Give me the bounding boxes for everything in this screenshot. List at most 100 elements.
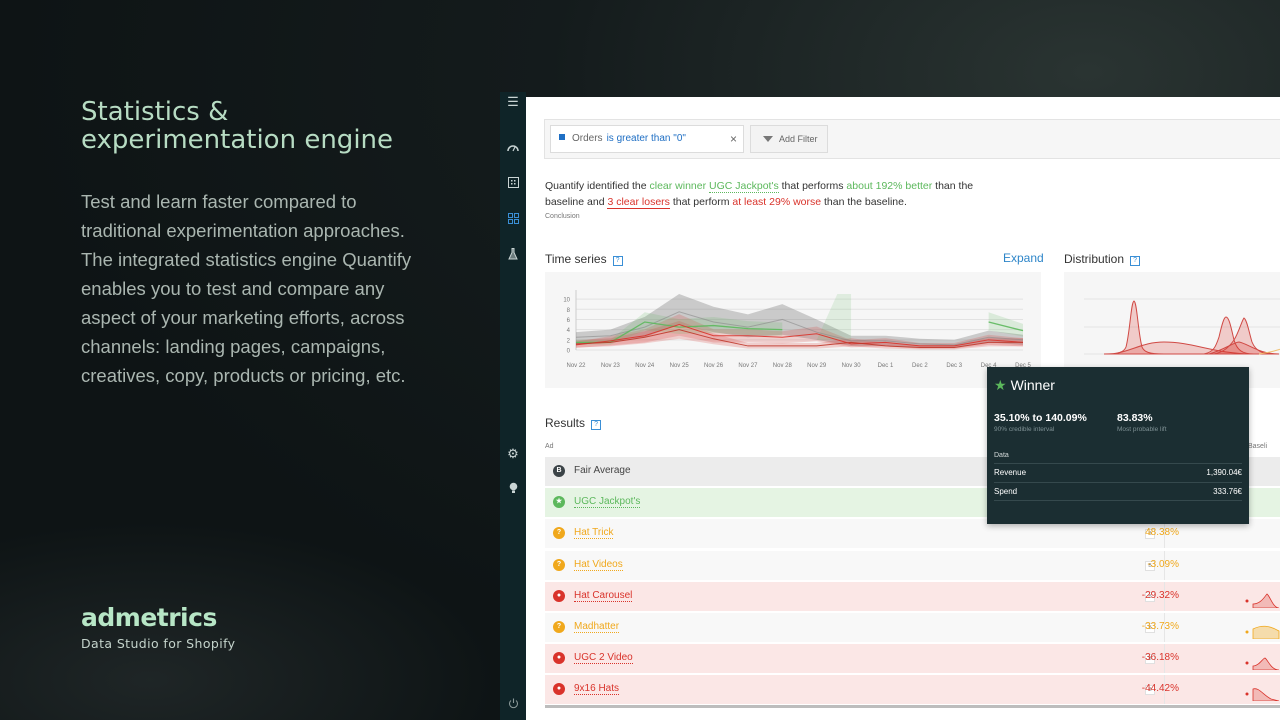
unsure-badge-icon: ?	[553, 527, 565, 540]
results-title: Results?	[545, 416, 602, 430]
lab-flask-icon[interactable]	[500, 246, 526, 266]
x-tick-label: Nov 29	[807, 363, 827, 369]
lift-percent: -29.32%	[1141, 589, 1179, 601]
better-amount: about 192% better	[846, 180, 933, 192]
calculator-icon[interactable]	[500, 174, 526, 194]
ad-name[interactable]: Hat Trick	[574, 527, 614, 540]
ad-name[interactable]: Hat Carousel	[574, 590, 633, 602]
table-row[interactable]: ● UGC 2 Video B -36.18%	[545, 644, 1280, 674]
distribution-title-text: Distribution	[1064, 252, 1125, 266]
conclusion-label: Conclusion	[545, 213, 580, 220]
lift-percent: -44.42%	[1141, 683, 1179, 695]
loser-badge-icon: ●	[553, 683, 565, 696]
ad-name[interactable]: UGC 2 Video	[574, 652, 633, 665]
conclusion-part: Quantify identified the	[545, 180, 650, 192]
mini-distribution	[1245, 625, 1280, 639]
mini-distribution	[1245, 593, 1280, 608]
lift-label: Most probable lift	[1117, 426, 1167, 433]
hero-description: Test and learn faster compared to tradit…	[81, 191, 412, 386]
x-tick-label: Nov 24	[635, 363, 655, 369]
help-icon[interactable]: ?	[591, 420, 602, 430]
x-tick-label: Nov 28	[773, 363, 793, 369]
dashboard-gauge-icon[interactable]	[500, 139, 526, 159]
help-icon[interactable]: ?	[612, 256, 623, 266]
help-icon[interactable]: ?	[1130, 256, 1141, 266]
table-row[interactable]: ● Hat Carousel B -29.32%	[545, 581, 1280, 611]
add-filter-button[interactable]: Add Filter	[750, 125, 828, 153]
ad-name[interactable]: Madhatter	[574, 621, 620, 633]
lightbulb-icon[interactable]	[500, 480, 526, 500]
unsure-badge-icon: ?	[553, 558, 565, 571]
lift-value: 83.83%	[1117, 412, 1153, 424]
add-filter-label: Add Filter	[779, 134, 818, 144]
expand-link[interactable]: Expand	[1003, 251, 1044, 265]
marker-dot	[1245, 599, 1249, 603]
losers-link[interactable]: 3 clear losers	[607, 195, 670, 209]
worse-amount: at least 29% worse	[732, 195, 822, 208]
x-tick-label: Dec 2	[912, 363, 928, 369]
mini-curve	[1252, 625, 1280, 639]
tooltip-title: ★ Winner	[994, 377, 1055, 394]
close-icon[interactable]: ×	[730, 126, 737, 152]
menu-icon[interactable]: ☰	[500, 92, 526, 112]
tooltip-title-text: Winner	[1010, 377, 1055, 393]
brand: admetrics Data Studio for Shopify	[81, 603, 235, 651]
data-label: Data	[994, 452, 1009, 459]
x-tick-label: Nov 30	[842, 363, 862, 369]
marker-dot	[1245, 692, 1249, 696]
loser-badge-icon: ●	[553, 589, 565, 602]
filter-bar: Orders is greater than "0" × Add Filter	[544, 119, 1280, 159]
y-tick-label: 2	[567, 338, 571, 344]
ad-name[interactable]: 9x16 Hats	[574, 683, 620, 696]
grid-icon[interactable]	[500, 210, 526, 230]
baseline-badge-icon: B	[553, 465, 565, 477]
tooltip-row-value: 1,390.04€	[1206, 468, 1242, 477]
star-icon: ★	[994, 377, 1007, 393]
x-tick-label: Nov 26	[704, 363, 724, 369]
x-tick-label: Nov 25	[670, 363, 690, 369]
power-icon[interactable]	[500, 695, 526, 715]
winner-band	[816, 294, 852, 340]
filter-chip-orders[interactable]: Orders is greater than "0" ×	[550, 125, 744, 153]
brand-logo: admetrics	[81, 603, 217, 632]
credible-interval-value: 35.10% to 140.09%	[994, 412, 1087, 424]
funnel-icon	[763, 136, 773, 142]
y-tick-label: 0	[567, 349, 571, 355]
lift-percent: -33.73%	[1141, 621, 1179, 632]
conclusion-part: than the baseline.	[821, 195, 907, 208]
ad-name[interactable]: UGC Jackpot's	[574, 496, 641, 509]
time-series-title-text: Time series	[545, 252, 607, 266]
sidebar-rail: ☰ ⚙	[500, 92, 526, 720]
mini-curve	[1252, 657, 1280, 671]
unsure-badge-icon: ?	[553, 621, 565, 633]
winner-prefix: clear winner	[649, 180, 710, 192]
winner-tooltip: ★ Winner 35.10% to 140.09% 90% credible i…	[987, 367, 1249, 524]
hero-title: Statistics & experimentation engine	[81, 97, 394, 155]
mini-distribution	[1245, 688, 1280, 702]
ad-name[interactable]: Hat Videos	[574, 559, 623, 571]
x-tick-label: Nov 27	[738, 363, 758, 369]
y-tick-label: 8	[567, 308, 571, 314]
time-series-svg: 0 2 4 6 8 10 Nov 22 Nov 23 Nov 24 Nov 25 Nov 26 Nov…	[563, 290, 1031, 369]
table-row[interactable]: ● 9x16 Hats B -44.42%	[545, 675, 1280, 705]
background-glow	[0, 520, 500, 720]
table-row[interactable]: ? Madhatter B -33.73%	[545, 613, 1280, 642]
loser-badge-icon: ●	[553, 652, 565, 665]
filter-condition: is greater than "0"	[606, 133, 686, 144]
lift-percent: 48.38%	[1145, 527, 1179, 539]
y-tick-label: 10	[563, 298, 570, 304]
x-tick-label: Dec 1	[878, 363, 894, 369]
winner-link[interactable]: UGC Jackpot's	[709, 180, 779, 193]
table-row[interactable]: ? Hat Videos B -3.09%	[545, 550, 1280, 580]
credible-interval-label: 90% credible interval	[994, 426, 1055, 433]
gear-icon[interactable]: ⚙	[500, 444, 526, 464]
lift-percent: -36.18%	[1141, 652, 1179, 664]
column-header-ad: Ad	[545, 443, 554, 450]
time-series-chart: 0 2 4 6 8 10 Nov 22 Nov 23 Nov 24 Nov 25 Nov 26 Nov…	[545, 272, 1041, 388]
results-title-text: Results	[545, 416, 586, 430]
lift-percent: -3.09%	[1147, 558, 1179, 570]
conclusion-text: Quantify identified the clear winner UGC…	[545, 179, 985, 210]
x-tick-label: Dec 3	[946, 363, 962, 369]
mini-curve	[1252, 688, 1280, 702]
table-bottom-border	[545, 705, 1280, 708]
